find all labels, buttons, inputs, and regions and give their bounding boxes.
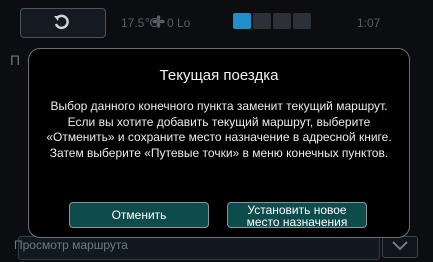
back-button[interactable] (20, 8, 106, 38)
cancel-button[interactable]: Отменить (69, 202, 209, 228)
screen-icon (233, 13, 251, 29)
back-arrow-icon (54, 14, 69, 30)
clock: 1:07 (357, 16, 381, 30)
background-title: П (10, 52, 21, 68)
scroll-down-button[interactable] (382, 236, 418, 258)
set-new-destination-button[interactable]: Установить новое место назначения (227, 202, 367, 228)
chevron-down-icon (392, 241, 408, 251)
phone-icon (273, 13, 291, 29)
fan-icon (152, 15, 165, 28)
set-destination-label-line2: место назначения (246, 215, 348, 229)
current-trip-dialog: Текущая поездка Выбор данного конечного … (28, 48, 410, 238)
fan-speed-readout: 0 Lo (167, 16, 191, 30)
mute-icon (253, 13, 271, 29)
status-bar: 17.5℃ 0 Lo 1:07 (0, 0, 433, 38)
dialog-message: Выбор данного конечного пункта заменит т… (46, 99, 392, 160)
dialog-title: Текущая поездка (159, 67, 279, 84)
route-overview-label: Просмотр маршрута (14, 238, 128, 252)
bluetooth-icon (293, 13, 311, 29)
